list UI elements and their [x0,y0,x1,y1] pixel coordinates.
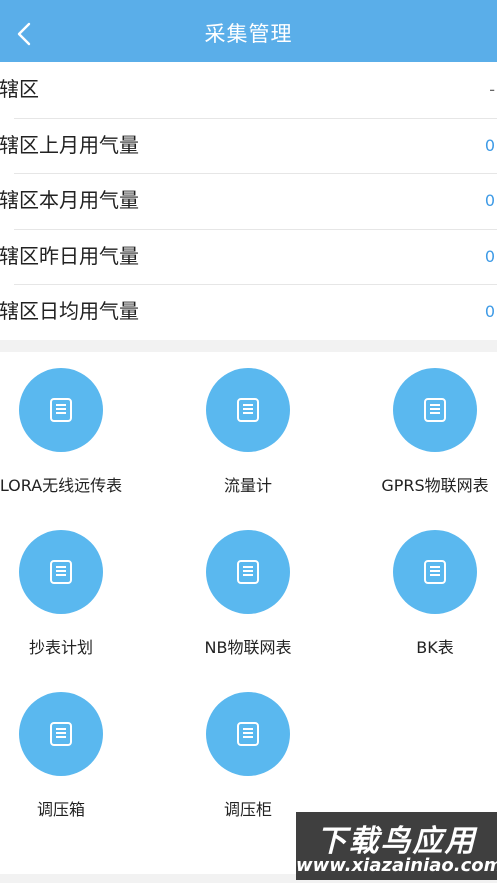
stats-list: 辖区 - 辖区上月用气量 0 辖区本月用气量 0 辖区昨日用气量 0 辖区日均用… [0,62,497,340]
tile-label: 抄表计划 [28,638,93,657]
watermark-url: www.xiazainiao.com [296,855,497,876]
stat-value: 0 [484,302,495,322]
stat-label: 辖区上月用气量 [0,132,139,157]
tile-icon-circle [19,530,103,614]
document-list-icon [424,398,446,422]
tile-label: GPRS物联网表 [381,476,489,495]
watermark: 下载鸟应用 www.xiazainiao.com [296,812,497,880]
tile-icon-circle [206,530,290,614]
stat-row-last-month[interactable]: 辖区上月用气量 0 [0,117,497,174]
tile-icon-circle [393,368,477,452]
tile-icon-circle [206,692,290,776]
stat-row-daily-average[interactable]: 辖区日均用气量 0 [0,284,497,340]
tile-icon-circle [206,368,290,452]
stat-label: 辖区日均用气量 [0,299,139,324]
tile-icon-circle [19,692,103,776]
stat-row-this-month[interactable]: 辖区本月用气量 0 [0,173,497,229]
document-list-icon [424,560,446,584]
document-list-icon [50,722,72,746]
stat-label: 辖区昨日用气量 [0,243,139,268]
document-list-icon [237,722,259,746]
tile-icon-circle [19,368,103,452]
stat-value: 0 [484,191,495,211]
stat-row-district[interactable]: 辖区 - [0,62,497,118]
document-list-icon [237,398,259,422]
page-title: 采集管理 [204,22,293,46]
stat-label: 辖区本月用气量 [0,188,139,213]
tile-label: 调压箱 [36,800,85,819]
tile-label: NB物联网表 [204,638,292,657]
stat-value: 0 [484,246,495,266]
tile-label: 流量计 [223,476,272,495]
watermark-title: 下载鸟应用 [316,824,477,859]
document-list-icon [50,560,72,584]
stat-row-yesterday[interactable]: 辖区昨日用气量 0 [0,228,497,285]
tile-label: BK表 [416,638,454,657]
stat-value: 0 [484,135,495,155]
tile-icon-circle [393,530,477,614]
document-list-icon [237,560,259,584]
function-grid: LORA无线远传表 流量计 GPRS物联网表 抄表计划 NB物联网表 BK表 调… [0,352,497,874]
stat-value: - [489,80,495,99]
document-list-icon [50,398,72,422]
tile-label: LORA无线远传表 [0,476,123,495]
stat-label: 辖区 [0,77,39,101]
nav-bar: 采集管理 [0,6,497,62]
